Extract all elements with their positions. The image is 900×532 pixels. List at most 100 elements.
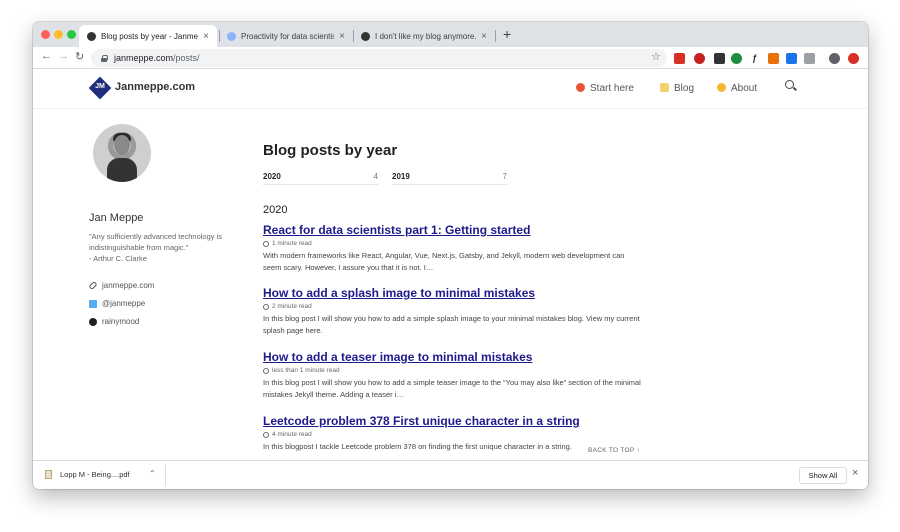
web-page: JM Janmeppe.com Start here Blog About Ja… [33,69,868,460]
post-meta: less than 1 minute read [263,367,643,374]
extension-icon[interactable] [786,53,797,64]
extension-icon[interactable] [804,53,815,64]
tab-blog-posts[interactable]: Blog posts by year - Janmeppe.com × [79,25,217,47]
site-logo[interactable]: JM [88,76,112,100]
github-icon [89,317,97,326]
nav-start-here[interactable]: Start here [576,83,634,94]
year-label: 2020 [263,172,281,181]
extension-icon[interactable] [731,53,742,64]
zoom-window-button[interactable] [67,30,76,39]
read-time: 1 minute read [272,240,312,247]
year-label: 2019 [392,172,410,181]
social-link-github[interactable]: rainymood [89,317,139,326]
tab-close-icon[interactable]: × [339,31,345,42]
clock-icon [263,367,269,374]
post-item: How to add a teaser image to minimal mis… [263,350,643,401]
new-tab-button[interactable]: + [503,26,511,42]
year-count: 7 [502,172,507,181]
nav-label: About [731,83,758,94]
post-item: How to add a splash image to minimal mis… [263,286,643,337]
author-name: Jan Meppe [89,212,144,224]
author-avatar [93,124,151,182]
url-host: janmeppe.com [114,53,174,63]
browser-toolbar: ← → ↻ janmeppe.com/posts/ ☆ ƒ [33,47,868,69]
site-title[interactable]: Janmeppe.com [115,81,195,93]
download-item[interactable]: Lopp M - Being....pdf [45,470,130,479]
bookmark-star-icon[interactable]: ☆ [651,50,661,63]
nav-label: Blog [674,83,695,94]
post-excerpt: In this blog post I will show you how to… [263,314,640,335]
tab-title: Proactivity for data scientists [241,31,335,41]
twitter-icon [89,299,97,308]
extension-icon[interactable] [714,53,725,64]
year-heading: 2020 [263,204,288,216]
tab-title: I don't like my blog anymore. H [375,31,477,41]
download-divider [165,465,166,486]
tab-divider [495,30,496,42]
read-time: 2 minute read [272,303,312,310]
year-count: 4 [373,172,378,181]
social-link-twitter[interactable]: @janmeppe [89,299,145,308]
tab-close-icon[interactable]: × [481,31,487,42]
url-path: /posts/ [173,53,200,63]
globe-icon [361,31,370,41]
profile-avatar-icon[interactable] [829,53,840,64]
download-filename: Lopp M - Being....pdf [60,470,130,479]
close-window-button[interactable] [41,30,50,39]
post-excerpt: In this blogpost I tackle Leetcode probl… [263,442,572,451]
logo-text: JM [95,83,105,90]
post-item: Leetcode problem 378 First unique charac… [263,414,643,453]
show-all-button[interactable]: Show All [799,467,847,484]
dart-icon [576,83,585,92]
clock-icon [263,303,269,310]
close-icon[interactable]: × [852,467,858,479]
social-label: @janmeppe [102,299,146,308]
page-title: Blog posts by year [263,142,398,159]
back-arrow-icon[interactable]: ← [41,50,52,62]
lock-icon [101,54,108,62]
browser-window: Blog posts by year - Janmeppe.com × Proa… [33,22,868,489]
year-link-2020[interactable]: 2020 4 [263,172,378,185]
extension-icon[interactable] [674,53,685,64]
tab-dont-like-blog[interactable]: I don't like my blog anymore. H × [353,25,495,47]
back-to-top-link[interactable]: BACK TO TOP ↑ [588,447,640,454]
reload-icon[interactable]: ↻ [75,50,84,63]
social-label: rainymood [102,317,140,326]
address-bar[interactable]: janmeppe.com/posts/ [91,49,667,67]
tab-strip: Blog posts by year - Janmeppe.com × Proa… [33,22,868,47]
tab-proactivity[interactable]: Proactivity for data scientists × [219,25,353,47]
chevron-up-icon[interactable]: ⌃ [149,469,156,478]
social-link-website[interactable]: janmeppe.com [88,280,155,291]
face-icon [717,83,726,92]
extension-icon[interactable] [768,53,779,64]
memo-icon [660,83,669,92]
bio-attribution: - Arthur C. Clarke [89,254,147,263]
adblock-icon[interactable] [694,53,705,64]
extension-icon[interactable] [848,53,859,64]
nav-label: Start here [590,83,634,94]
post-excerpt: With modern frameworks like React, Angul… [263,251,625,272]
clock-icon [263,240,269,247]
post-title-link[interactable]: How to add a splash image to minimal mis… [263,286,643,300]
search-icon[interactable] [785,80,797,92]
post-meta: 2 minute read [263,303,643,310]
globe-icon [87,31,96,41]
year-link-2019[interactable]: 2019 7 [392,172,507,185]
post-title-link[interactable]: React for data scientists part 1: Gettin… [263,223,643,237]
post-title-link[interactable]: Leetcode problem 378 First unique charac… [263,414,643,428]
nav-about[interactable]: About [717,83,757,94]
post-title-link[interactable]: How to add a teaser image to minimal mis… [263,350,643,364]
masthead: JM Janmeppe.com Start here Blog About [33,69,868,109]
minimize-window-button[interactable] [54,30,63,39]
nav-blog[interactable]: Blog [660,83,694,94]
function-icon[interactable]: ƒ [749,53,760,64]
medium-icon [227,31,236,41]
download-bar: Lopp M - Being....pdf ⌃ Show All × [33,460,868,489]
forward-arrow-icon[interactable]: → [58,50,69,62]
post-item: React for data scientists part 1: Gettin… [263,223,643,274]
post-meta: 4 minute read [263,431,643,438]
tab-close-icon[interactable]: × [203,31,209,42]
social-label: janmeppe.com [102,281,155,290]
read-time: 4 minute read [272,431,312,438]
post-excerpt: In this blog post I will show you how to… [263,378,641,399]
